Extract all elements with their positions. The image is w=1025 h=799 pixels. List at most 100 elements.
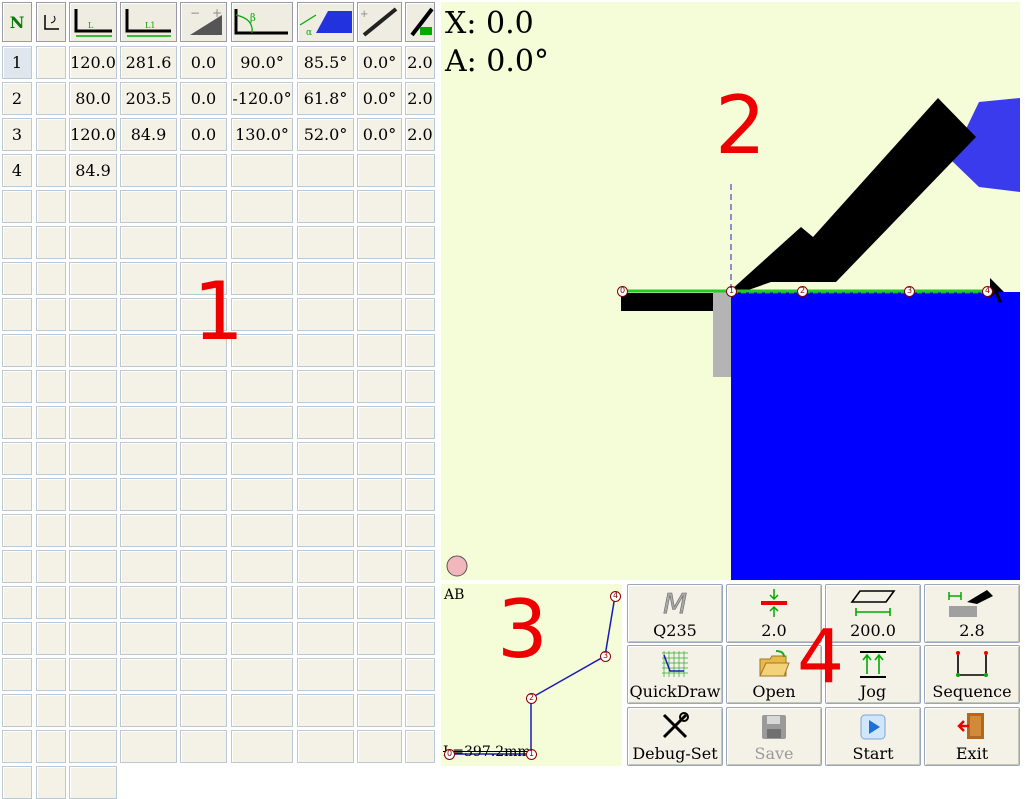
table-cell[interactable] [120,298,177,331]
table-cell[interactable] [36,262,66,295]
table-cell[interactable] [405,730,435,763]
table-cell[interactable] [120,478,177,511]
table-cell[interactable] [297,622,354,655]
table-cell[interactable] [36,658,66,691]
table-cell[interactable]: 0.0° [357,118,402,151]
table-cell[interactable] [2,370,32,403]
table-cell[interactable] [2,226,32,259]
table-cell[interactable] [2,586,32,619]
table-cell[interactable] [297,298,354,331]
table-cell[interactable]: 84.9 [120,118,177,151]
table-cell[interactable] [120,622,177,655]
table-cell[interactable] [120,586,177,619]
table-cell[interactable] [297,154,354,187]
table-cell[interactable] [357,226,402,259]
table-cell[interactable] [120,442,177,475]
table-cell[interactable] [36,334,66,367]
table-cell[interactable] [405,190,435,223]
table-cell[interactable]: 2.0 [405,46,435,79]
table-cell[interactable] [297,694,354,727]
table-cell[interactable]: 120.0 [69,118,117,151]
table-cell[interactable] [69,658,117,691]
table-cell[interactable] [2,766,32,799]
table-cell[interactable]: 52.0° [297,118,354,151]
profile-preview[interactable]: AB 3 L=397.2mm 01234 [441,584,622,766]
table-cell[interactable] [231,190,293,223]
table-cell[interactable] [231,622,293,655]
table-cell[interactable] [357,730,402,763]
table-cell[interactable] [2,298,32,331]
table-cell[interactable] [36,406,66,439]
table-cell[interactable] [180,730,227,763]
table-cell[interactable] [120,262,177,295]
sequence-button[interactable]: Sequence [924,645,1020,704]
table-cell[interactable] [36,442,66,475]
table-cell[interactable]: 130.0° [231,118,293,151]
table-cell[interactable] [2,334,32,367]
table-cell[interactable] [297,550,354,583]
table-cell[interactable] [36,226,66,259]
table-cell[interactable] [180,154,227,187]
table-cell[interactable] [357,406,402,439]
table-cell[interactable] [180,550,227,583]
table-cell[interactable] [297,586,354,619]
table-cell[interactable] [297,226,354,259]
table-cell[interactable] [231,226,293,259]
table-cell[interactable] [297,442,354,475]
table-cell[interactable]: 0.0° [357,46,402,79]
column-header-L1[interactable]: L1 [120,2,177,42]
table-cell[interactable] [231,730,293,763]
column-header-n[interactable]: N [2,2,32,42]
table-cell[interactable] [69,334,117,367]
table-cell[interactable] [357,262,402,295]
table-cell[interactable] [36,298,66,331]
table-cell[interactable] [2,730,32,763]
table-cell[interactable] [405,334,435,367]
table-cell[interactable] [36,370,66,403]
table-cell[interactable] [357,550,402,583]
table-cell[interactable]: 2.0 [405,82,435,115]
table-cell[interactable]: 61.8° [297,82,354,115]
table-cell[interactable] [120,406,177,439]
table-cell[interactable] [69,766,117,799]
table-cell[interactable] [405,658,435,691]
table-cell[interactable] [297,514,354,547]
table-cell[interactable] [120,190,177,223]
row-number-cell[interactable]: 3 [2,118,32,151]
table-cell[interactable] [69,730,117,763]
table-cell[interactable] [120,694,177,727]
table-cell[interactable] [405,370,435,403]
table-cell[interactable] [120,226,177,259]
table-cell[interactable] [36,46,66,79]
table-cell[interactable] [69,442,117,475]
table-cell[interactable]: 281.6 [120,46,177,79]
table-cell[interactable] [180,586,227,619]
table-cell[interactable] [357,370,402,403]
table-cell[interactable] [36,154,66,187]
table-cell[interactable] [405,694,435,727]
table-cell[interactable] [69,262,117,295]
column-header-beta[interactable]: β [231,2,293,42]
table-cell[interactable] [36,730,66,763]
table-cell[interactable] [69,406,117,439]
table-cell[interactable] [405,298,435,331]
table-cell[interactable] [405,154,435,187]
table-cell[interactable]: 120.0 [69,46,117,79]
table-cell[interactable] [405,226,435,259]
table-cell[interactable] [231,406,293,439]
table-cell[interactable] [405,586,435,619]
save-button[interactable]: Save [726,707,822,766]
table-cell[interactable] [297,370,354,403]
table-cell[interactable] [405,262,435,295]
table-cell[interactable] [36,694,66,727]
table-cell[interactable] [297,406,354,439]
table-cell[interactable] [297,334,354,367]
table-cell[interactable] [297,730,354,763]
table-cell[interactable]: 0.0° [357,82,402,115]
table-cell[interactable] [231,550,293,583]
table-cell[interactable] [357,658,402,691]
table-cell[interactable] [69,190,117,223]
table-cell[interactable] [297,478,354,511]
table-cell[interactable] [120,154,177,187]
quickdraw-button[interactable]: QuickDraw [627,645,723,704]
